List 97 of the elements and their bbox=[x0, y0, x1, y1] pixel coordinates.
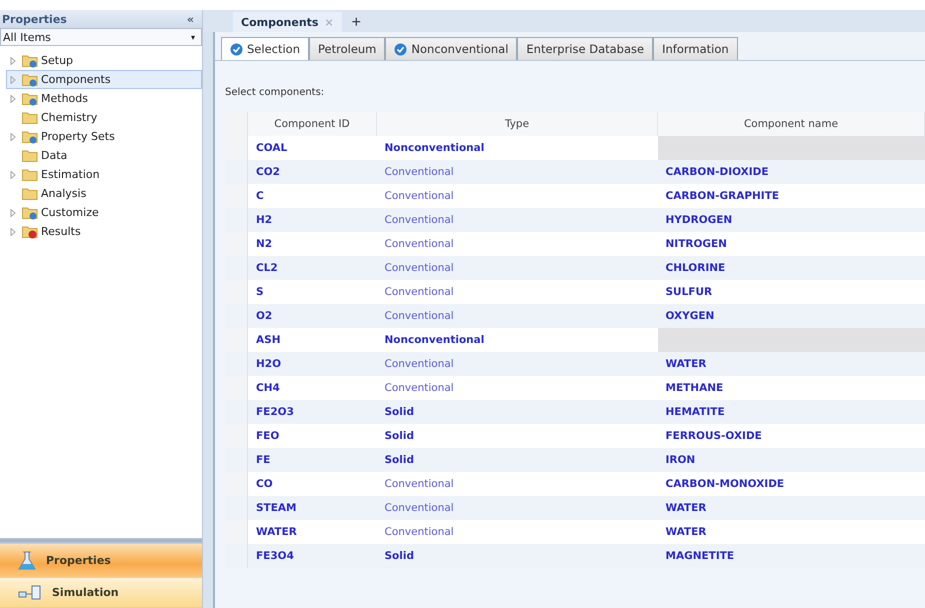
folder-check-icon bbox=[22, 92, 38, 106]
tree-item[interactable]: Components bbox=[6, 70, 202, 89]
tree-item[interactable]: Chemistry bbox=[6, 108, 202, 127]
tree-item[interactable]: Property Sets bbox=[6, 127, 202, 146]
column-header[interactable]: Component ID bbox=[248, 112, 376, 136]
expand-arrow-icon[interactable] bbox=[10, 132, 16, 140]
table-cell: HEMATITE bbox=[658, 400, 924, 424]
column-header[interactable]: Component name bbox=[658, 112, 924, 136]
nav-button[interactable]: Simulation bbox=[0, 578, 202, 608]
document-tab[interactable]: Components × bbox=[233, 12, 342, 32]
folder-check-icon bbox=[22, 130, 38, 144]
expand-arrow-icon[interactable] bbox=[10, 94, 16, 102]
expand-arrow-icon[interactable] bbox=[10, 208, 16, 216]
folder-check-icon bbox=[22, 72, 38, 86]
table-cell: Solid bbox=[376, 424, 658, 448]
tree-item[interactable]: Results bbox=[6, 222, 202, 241]
tree-item[interactable]: Customize bbox=[6, 203, 202, 222]
expand-arrow-icon[interactable] bbox=[10, 170, 16, 178]
table-cell: FE bbox=[248, 448, 376, 472]
table-cell: Conventional bbox=[376, 232, 658, 256]
filter-dropdown[interactable]: All Items ▾ bbox=[0, 28, 202, 46]
table-cell: Conventional bbox=[376, 376, 658, 400]
column-header[interactable]: Type bbox=[376, 112, 658, 136]
table-cell: CARBON-GRAPHITE bbox=[658, 184, 924, 208]
table-cell: SULFUR bbox=[658, 280, 924, 304]
expand-arrow-icon[interactable] bbox=[10, 76, 16, 84]
table-cell: CARBON-DIOXIDE bbox=[658, 160, 924, 184]
tab[interactable]: Information bbox=[653, 37, 738, 60]
table-cell: Conventional bbox=[376, 160, 658, 184]
folder-check-icon bbox=[22, 206, 38, 220]
tab[interactable]: Nonconventional bbox=[385, 37, 518, 60]
table-cell: H2 bbox=[248, 208, 376, 232]
check-circle-icon bbox=[230, 42, 243, 56]
table-cell: CO2 bbox=[248, 160, 376, 184]
folder-icon bbox=[22, 148, 38, 162]
tree-item[interactable]: Methods bbox=[6, 89, 202, 108]
table-cell: O2 bbox=[248, 304, 376, 328]
table-cell: Conventional bbox=[376, 280, 658, 304]
table-cell: CARBON-MONOXIDE bbox=[658, 472, 924, 496]
table-cell: FEO bbox=[248, 424, 376, 448]
table-cell: CL2 bbox=[248, 256, 376, 280]
table-cell: STEAM bbox=[248, 496, 376, 520]
table-cell: IRON bbox=[658, 448, 924, 472]
table-cell: FE3O4 bbox=[248, 544, 376, 568]
tree-item[interactable]: Analysis bbox=[6, 184, 202, 203]
table-cell: CHLORINE bbox=[658, 256, 924, 280]
panel-title: Properties bbox=[2, 12, 67, 26]
table-cell: Solid bbox=[376, 448, 658, 472]
expand-arrow-icon[interactable] bbox=[10, 228, 16, 236]
tab[interactable]: Petroleum bbox=[309, 37, 386, 60]
tab[interactable]: Selection bbox=[221, 37, 309, 60]
flask-icon bbox=[18, 550, 36, 570]
table-cell: S bbox=[248, 280, 376, 304]
table-cell: ASH bbox=[248, 328, 376, 352]
table-cell: OXYGEN bbox=[658, 304, 924, 328]
table-cell: Conventional bbox=[376, 208, 658, 232]
folder-icon bbox=[22, 168, 38, 182]
table-cell: Conventional bbox=[376, 472, 658, 496]
collapse-button[interactable]: « bbox=[186, 12, 194, 26]
table-cell: WATER bbox=[658, 520, 924, 544]
table-cell: WATER bbox=[248, 520, 376, 544]
table-cell: WATER bbox=[658, 496, 924, 520]
tab[interactable]: Enterprise Database bbox=[517, 37, 654, 60]
table-cell: N2 bbox=[248, 232, 376, 256]
table-cell: Conventional bbox=[376, 352, 658, 376]
tree-item[interactable]: Setup bbox=[6, 51, 202, 70]
table-cell: FERROUS-OXIDE bbox=[658, 424, 924, 448]
nav-button[interactable]: Properties bbox=[0, 544, 202, 578]
table-cell: Solid bbox=[376, 400, 658, 424]
table-cell: Nonconventional bbox=[376, 136, 658, 160]
check-circle-icon bbox=[394, 42, 408, 56]
folder-error-icon bbox=[22, 224, 38, 238]
folder-check-icon bbox=[22, 54, 38, 68]
table-cell: Conventional bbox=[376, 184, 658, 208]
flowsheet-icon bbox=[18, 584, 42, 602]
table-cell: FE2O3 bbox=[248, 400, 376, 424]
instruction-text: Select components: bbox=[225, 87, 326, 98]
table-cell: Conventional bbox=[376, 496, 658, 520]
table-cell: HYDROGEN bbox=[658, 208, 924, 232]
table-cell: COAL bbox=[248, 136, 376, 160]
table-cell: Conventional bbox=[376, 256, 658, 280]
tree-item[interactable]: Data bbox=[6, 146, 202, 165]
table-cell: CH4 bbox=[248, 376, 376, 400]
add-tab-button[interactable]: + bbox=[348, 14, 366, 32]
folder-icon bbox=[22, 186, 38, 200]
table-cell: Conventional bbox=[376, 520, 658, 544]
table-cell: Conventional bbox=[376, 304, 658, 328]
table-cell: METHANE bbox=[658, 376, 924, 400]
table-cell: H2O bbox=[248, 352, 376, 376]
folder-icon bbox=[22, 110, 38, 124]
table-cell: WATER bbox=[658, 352, 924, 376]
tree-item[interactable]: Estimation bbox=[6, 165, 202, 184]
table-cell: Nonconventional bbox=[376, 328, 658, 352]
table-cell: CO bbox=[248, 472, 376, 496]
table-cell: C bbox=[248, 184, 376, 208]
expand-arrow-icon[interactable] bbox=[10, 56, 16, 64]
table-cell: NITROGEN bbox=[658, 232, 924, 256]
